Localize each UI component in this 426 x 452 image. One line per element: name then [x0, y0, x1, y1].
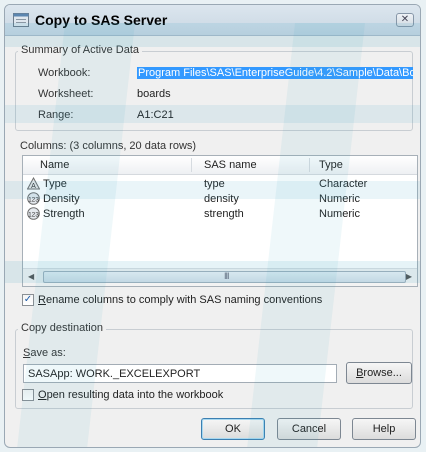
header-type[interactable]: Type [319, 159, 343, 171]
save-as-field[interactable]: SASApp: WORK._EXCELEXPORT [23, 364, 337, 383]
close-button[interactable]: ✕ [396, 13, 414, 27]
columns-table[interactable]: Name SAS name Type A Type type Character… [22, 155, 418, 287]
title-bar[interactable]: Copy to SAS Server ✕ [5, 5, 420, 36]
ok-button[interactable]: OK [201, 418, 265, 440]
svg-text:123: 123 [28, 211, 39, 218]
row-type: Numeric [319, 208, 360, 220]
worksheet-label: Worksheet: [38, 88, 94, 100]
close-icon: ✕ [400, 14, 410, 25]
svg-text:123: 123 [28, 196, 39, 203]
table-header: Name SAS name Type [23, 156, 417, 175]
header-name[interactable]: Name [40, 159, 69, 171]
header-divider[interactable] [309, 158, 310, 172]
scrollbar-thumb[interactable]: III [43, 271, 406, 283]
row-name: Type [43, 178, 67, 190]
columns-caption: Columns: (3 columns, 20 data rows) [20, 140, 197, 152]
numeric-column-icon: 123 [27, 207, 40, 220]
svg-text:A: A [31, 183, 36, 190]
row-type: Character [319, 178, 368, 190]
table-row[interactable]: A Type type Character [23, 177, 417, 191]
row-sas-name: strength [204, 208, 244, 220]
workbook-value[interactable]: Program Files\SAS\EnterpriseGuide\4.2\Sa… [137, 67, 413, 79]
table-row[interactable]: 123 Density density Numeric [23, 192, 417, 206]
workbook-label: Workbook: [38, 67, 91, 79]
scroll-left-icon[interactable]: ◀ [28, 272, 34, 281]
window-app-icon [13, 13, 29, 27]
range-value: A1:C21 [137, 109, 174, 121]
numeric-column-icon: 123 [27, 192, 40, 205]
character-column-icon: A [27, 177, 40, 190]
summary-legend: Summary of Active Data [18, 44, 142, 56]
scroll-right-icon[interactable]: ▶ [406, 272, 412, 281]
save-as-label: Save as: [23, 347, 66, 359]
header-divider[interactable] [191, 158, 192, 172]
window-title: Copy to SAS Server [35, 12, 168, 28]
row-name: Density [43, 193, 80, 205]
worksheet-value: boards [137, 88, 171, 100]
browse-button[interactable]: Browse... [346, 362, 412, 384]
open-in-workbook-label[interactable]: Open resulting data into the workbook [38, 389, 223, 401]
table-row[interactable]: 123 Strength strength Numeric [23, 207, 417, 221]
rename-columns-checkbox[interactable]: ✓ [22, 294, 34, 306]
copy-destination-legend: Copy destination [18, 322, 106, 334]
workbook-path-text: Program Files\SAS\EnterpriseGuide\4.2\Sa… [137, 67, 413, 79]
row-sas-name: density [204, 193, 239, 205]
row-type: Numeric [319, 193, 360, 205]
grip-icon: III [224, 271, 229, 281]
header-sas-name[interactable]: SAS name [204, 159, 257, 171]
open-in-workbook-checkbox[interactable] [22, 389, 34, 401]
cancel-button[interactable]: Cancel [277, 418, 341, 440]
help-button[interactable]: Help [352, 418, 416, 440]
copy-to-sas-dialog: Copy to SAS Server ✕ Summary of Active D… [4, 4, 421, 448]
row-name: Strength [43, 208, 85, 220]
row-sas-name: type [204, 178, 225, 190]
horizontal-scrollbar[interactable]: ◀ III ▶ [23, 268, 417, 286]
rename-columns-label[interactable]: Rename columns to comply with SAS naming… [38, 294, 322, 306]
checkmark-icon: ✓ [23, 294, 33, 305]
range-label: Range: [38, 109, 74, 121]
